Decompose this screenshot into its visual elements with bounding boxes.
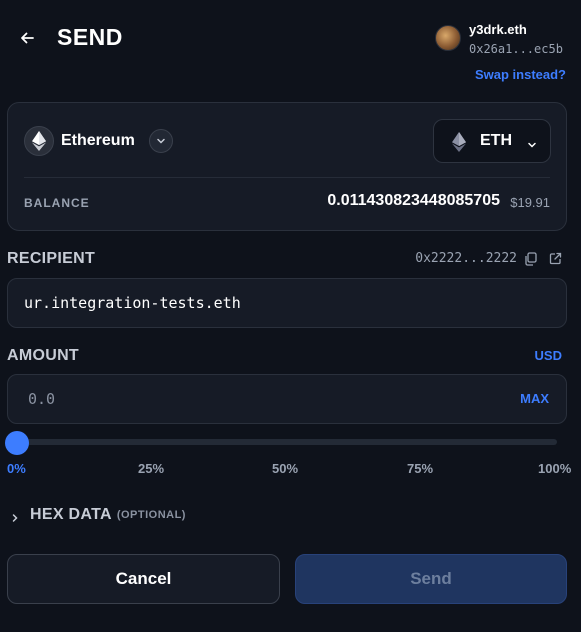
copy-icon[interactable] bbox=[524, 252, 537, 266]
slider-tick-0[interactable]: 0% bbox=[7, 461, 26, 476]
account-avatar[interactable] bbox=[435, 25, 461, 51]
send-page: SEND y3drk.eth 0x26a1...ec5b Swap instea… bbox=[0, 0, 581, 632]
slider-tick-100[interactable]: 100% bbox=[538, 461, 571, 476]
account-address: 0x26a1...ec5b bbox=[469, 42, 563, 56]
usd-toggle[interactable]: USD bbox=[535, 348, 562, 363]
ethereum-chain-icon[interactable] bbox=[24, 126, 54, 156]
hex-data-label: HEX DATA bbox=[30, 506, 112, 523]
slider-tick-50[interactable]: 50% bbox=[272, 461, 298, 476]
token-card: Ethereum ETH BALANCE 0.01143082344808570… bbox=[7, 102, 567, 231]
balance-label: BALANCE bbox=[24, 196, 90, 210]
page-title: SEND bbox=[57, 24, 123, 50]
chain-name[interactable]: Ethereum bbox=[61, 132, 135, 150]
account-name[interactable]: y3drk.eth bbox=[469, 22, 527, 37]
card-divider bbox=[24, 177, 550, 178]
amount-slider-handle[interactable] bbox=[5, 431, 29, 455]
swap-instead-link[interactable]: Swap instead? bbox=[475, 67, 566, 82]
asset-selector[interactable]: ETH bbox=[433, 119, 551, 163]
asset-symbol: ETH bbox=[480, 132, 512, 149]
chevron-down-icon bbox=[157, 138, 165, 144]
hex-data-toggle[interactable]: HEX DATA (OPTIONAL) bbox=[10, 506, 186, 524]
balance-usd: $19.91 bbox=[510, 195, 550, 210]
amount-field[interactable]: MAX bbox=[7, 374, 567, 424]
chevron-right-icon bbox=[10, 510, 20, 522]
external-link-icon[interactable] bbox=[549, 252, 562, 265]
balance-value: 0.011430823448085705 bbox=[327, 192, 500, 209]
amount-label: AMOUNT bbox=[7, 347, 80, 364]
chain-dropdown-button[interactable] bbox=[149, 129, 173, 153]
amount-slider-track[interactable] bbox=[17, 439, 557, 445]
max-button[interactable]: MAX bbox=[520, 391, 549, 406]
cancel-button[interactable]: Cancel bbox=[7, 554, 280, 604]
recipient-label: RECIPIENT bbox=[7, 250, 96, 267]
send-button[interactable]: Send bbox=[295, 554, 567, 604]
recipient-input[interactable] bbox=[24, 279, 544, 327]
back-arrow-icon[interactable] bbox=[18, 29, 36, 47]
slider-tick-25[interactable]: 25% bbox=[138, 461, 164, 476]
recipient-resolved-address: 0x2222...2222 bbox=[415, 251, 517, 266]
chevron-down-icon bbox=[527, 137, 537, 148]
hex-data-optional-label: (OPTIONAL) bbox=[116, 509, 186, 521]
recipient-field[interactable] bbox=[7, 278, 567, 328]
amount-input[interactable] bbox=[28, 375, 468, 423]
eth-icon bbox=[450, 132, 468, 152]
slider-tick-75[interactable]: 75% bbox=[407, 461, 433, 476]
